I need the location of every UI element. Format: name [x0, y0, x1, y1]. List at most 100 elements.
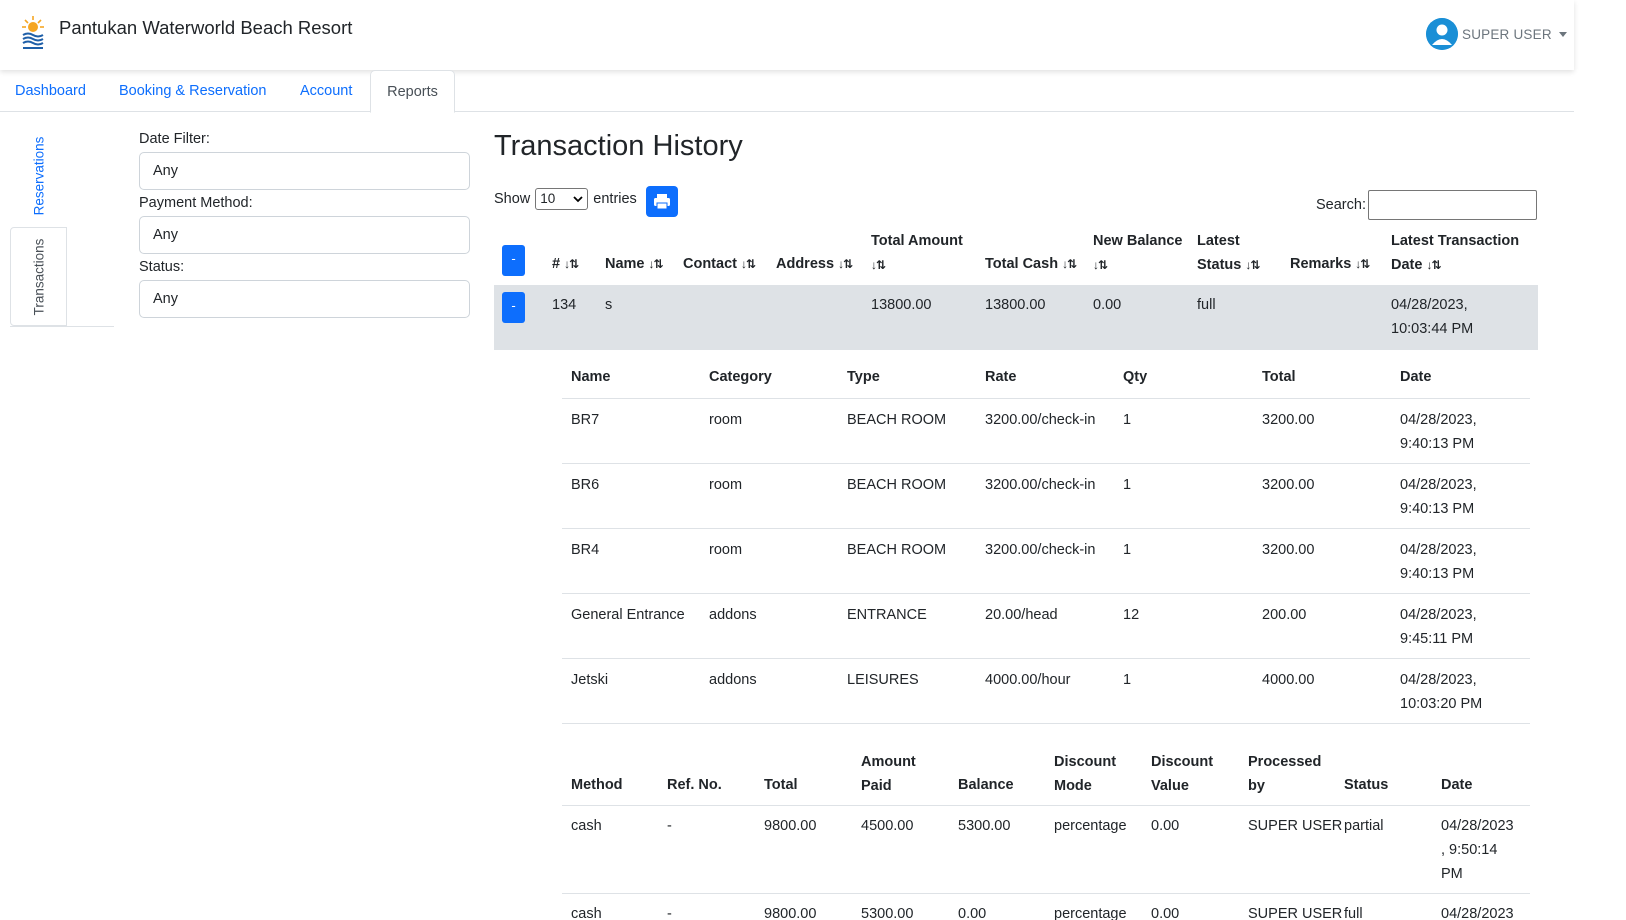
- col-header-remarks[interactable]: Remarks ↓⇅: [1290, 252, 1370, 276]
- status-select[interactable]: Any: [139, 280, 470, 318]
- divider: [562, 658, 1530, 659]
- col-header-contact[interactable]: Contact ↓⇅: [683, 252, 756, 276]
- pay-discount-value: 0.00: [1151, 818, 1180, 834]
- pay-header-method: Method: [571, 777, 623, 793]
- col-header-latest-tx-label-2: Date: [1391, 257, 1423, 273]
- pay-date-line-2: , 9:50:14: [1441, 842, 1498, 858]
- print-icon: [654, 194, 670, 210]
- user-avatar-icon: [1426, 18, 1458, 50]
- status-label: Status:: [139, 259, 185, 275]
- col-header-latest-transaction-date[interactable]: Latest Transaction Date ↓⇅: [1391, 229, 1519, 277]
- pay-header-amount-paid-line-2: Paid: [861, 778, 892, 794]
- cell-latest-date-line-1: 04/28/2023,: [1391, 297, 1468, 313]
- search-input[interactable]: [1368, 190, 1537, 220]
- pay-date-line-1: 04/28/2023: [1441, 818, 1514, 834]
- col-header-contact-label: Contact: [683, 256, 737, 272]
- tab-booking-reservation[interactable]: Booking & Reservation: [119, 70, 267, 112]
- divider: [562, 893, 1530, 894]
- side-tab-transactions[interactable]: Transactions: [10, 227, 67, 326]
- pay-header-date: Date: [1441, 777, 1473, 793]
- item-qty: 1: [1123, 477, 1132, 493]
- main-tabs: Dashboard Booking & Reservation Account …: [0, 70, 1574, 113]
- sort-icon: ↓⇅: [1355, 257, 1370, 271]
- user-menu[interactable]: SUPER USER: [1426, 18, 1567, 50]
- tab-dashboard[interactable]: Dashboard: [15, 70, 86, 112]
- date-filter-select[interactable]: Any: [139, 152, 470, 190]
- item-category: room: [709, 477, 743, 493]
- item-name: General Entrance: [571, 607, 685, 623]
- cell-latest-status: full: [1197, 297, 1216, 313]
- item-rate: 3200.00/check-in: [985, 477, 1096, 493]
- item-total: 4000.00: [1262, 672, 1315, 688]
- entries-select[interactable]: 10: [535, 188, 589, 210]
- pay-header-status: Status: [1344, 777, 1389, 793]
- item-name: BR6: [571, 477, 600, 493]
- pay-date: 04/28/2023 , 9:50:14 PM: [1441, 814, 1514, 886]
- item-category: addons: [709, 672, 757, 688]
- collapse-all-button[interactable]: -: [502, 245, 525, 276]
- item-name: BR7: [571, 412, 600, 428]
- side-tab-transactions-label: Transactions: [31, 238, 46, 315]
- col-header-total-cash[interactable]: Total Cash ↓⇅: [985, 252, 1077, 276]
- item-name: BR4: [571, 542, 600, 558]
- cell-latest-date-line-2: 10:03:44 PM: [1391, 321, 1474, 337]
- item-qty: 1: [1123, 672, 1132, 688]
- pay-header-amount-paid: Amount Paid: [861, 750, 916, 798]
- item-total: 3200.00: [1262, 412, 1315, 428]
- item-date-line-2: 9:40:13 PM: [1400, 436, 1475, 452]
- col-header-address[interactable]: Address ↓⇅: [776, 252, 853, 276]
- item-date-line-2: 9:45:11 PM: [1400, 631, 1474, 647]
- side-tab-reservations[interactable]: Reservations: [10, 128, 67, 224]
- item-date-line-1: 04/28/2023,: [1400, 542, 1477, 558]
- pay-header-processed-line-2: by: [1248, 778, 1265, 794]
- pay-header-discount-mode-line-2: Mode: [1054, 778, 1092, 794]
- divider: [562, 805, 1530, 806]
- divider: [562, 593, 1530, 594]
- item-date-line-1: 04/28/2023,: [1400, 412, 1477, 428]
- item-qty: 12: [1123, 607, 1140, 623]
- pay-header-discount-mode: Discount Mode: [1054, 750, 1116, 798]
- item-date-line-2: 9:40:13 PM: [1400, 501, 1475, 517]
- col-header-latest-status-label-1: Latest: [1197, 233, 1240, 249]
- payment-method-select[interactable]: Any: [139, 216, 470, 254]
- search-label: Search:: [1316, 197, 1366, 213]
- print-button[interactable]: [646, 186, 678, 217]
- col-header-total-cash-label: Total Cash: [985, 256, 1059, 272]
- items-header-total: Total: [1262, 369, 1296, 385]
- cell-new-balance: 0.00: [1093, 297, 1122, 313]
- tab-reports[interactable]: Reports: [370, 70, 455, 113]
- pay-amount-paid: 5300.00: [861, 906, 914, 920]
- item-date-line-1: 04/28/2023,: [1400, 607, 1477, 623]
- pay-discount-mode: percentage: [1054, 818, 1127, 834]
- item-type: BEACH ROOM: [847, 542, 947, 558]
- pay-ref: -: [667, 818, 672, 834]
- pay-header-discount-value: Discount Value: [1151, 750, 1213, 798]
- pay-header-processed-line-1: Processed: [1248, 754, 1322, 770]
- item-type: BEACH ROOM: [847, 477, 947, 493]
- col-header-num-label: #: [552, 256, 561, 272]
- item-type: LEISURES: [847, 672, 919, 688]
- pay-balance: 0.00: [958, 906, 987, 920]
- row-collapse-button[interactable]: -: [502, 292, 525, 323]
- col-header-total-amount[interactable]: Total Amount ↓⇅: [871, 229, 963, 277]
- sort-icon: ↓⇅: [1426, 258, 1441, 272]
- col-header-name[interactable]: Name ↓⇅: [605, 252, 664, 276]
- user-name: SUPER USER: [1462, 26, 1552, 42]
- divider: [562, 723, 1530, 724]
- item-total: 3200.00: [1262, 477, 1315, 493]
- item-total: 200.00: [1262, 607, 1307, 623]
- pay-method: cash: [571, 906, 602, 920]
- tab-account[interactable]: Account: [300, 70, 352, 112]
- item-category: addons: [709, 607, 757, 623]
- pay-header-balance: Balance: [958, 777, 1014, 793]
- cell-name: s: [605, 297, 613, 313]
- app-title[interactable]: Pantukan Waterworld Beach Resort: [59, 17, 352, 39]
- col-header-num[interactable]: # ↓⇅: [552, 252, 579, 276]
- col-header-address-label: Address: [776, 256, 835, 272]
- divider: [562, 463, 1530, 464]
- col-header-new-balance[interactable]: New Balance ↓⇅: [1093, 229, 1182, 277]
- col-header-latest-status[interactable]: Latest Status ↓⇅: [1197, 229, 1260, 277]
- col-header-latest-status-label-2: Status: [1197, 257, 1242, 273]
- item-qty: 1: [1123, 542, 1132, 558]
- col-header-total-amount-label: Total Amount: [871, 233, 963, 249]
